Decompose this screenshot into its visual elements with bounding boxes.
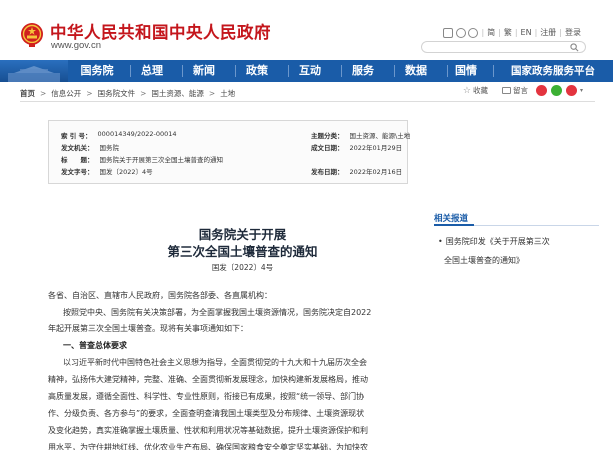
related-reports-title: 相关报道 — [434, 214, 469, 224]
nav-divider — [130, 65, 131, 77]
nav-interaction[interactable]: 互动 — [294, 60, 326, 82]
breadcrumb-land[interactable]: 土地 — [220, 88, 235, 99]
nav-policy[interactable]: 政策 — [241, 60, 273, 82]
nav-premier[interactable]: 总理 — [136, 60, 168, 82]
meta-topic: 主题分类： 国土资源、能源\土地 — [311, 132, 411, 140]
article-paragraph-2-line-2: 精神，弘扬伟大建党精神，完整、准确、全面贯彻新发展理念，加快构建新发展格局，推动 — [48, 375, 368, 384]
breadcrumb-state-council-docs[interactable]: 国务院文件 — [98, 88, 136, 99]
lang-traditional[interactable]: 繁 — [504, 27, 512, 38]
meta-issuer: 发文机关： 国务院 — [61, 144, 119, 152]
nav-divider — [447, 65, 448, 77]
article-paragraph-2-line-1: 以习近平新时代中国特色社会主义思想为指导，全面贯彻党的十九大和十九届历次全会 — [63, 358, 367, 367]
meta-index: 索 引 号： 000014349/2022-00014 — [61, 130, 177, 140]
breadcrumb-home[interactable]: 首页 — [20, 88, 35, 99]
nav-divider — [288, 65, 289, 77]
lang-simplified[interactable]: 简 — [487, 27, 495, 38]
tiananmen-icon — [8, 66, 60, 82]
site-header: 中华人民共和国中央人民政府 www.gov.cn | 简 | 繁 | EN | … — [0, 0, 613, 61]
mobile-icon[interactable] — [443, 27, 454, 38]
nav-divider — [341, 65, 342, 77]
meta-doc-number: 发文字号： 国发〔2022〕4号 — [61, 168, 153, 176]
article-paragraph-1-line-1: 按照党中央、国务院有关决策部署，为全面掌握我国土壤资源情况，国务院决定自2022 — [63, 308, 372, 317]
article-tools: ☆ 收藏 留言 ▾ — [455, 85, 583, 96]
search-box — [421, 41, 586, 61]
document-metadata: 索 引 号： 000014349/2022-00014 主题分类： 国土资源、能… — [48, 120, 411, 184]
nav-services[interactable]: 服务 — [347, 60, 379, 82]
weibo-icon[interactable] — [456, 27, 467, 38]
breadcrumb-info-disclosure[interactable]: 信息公开 — [51, 88, 81, 99]
favorite-label: 收藏 — [472, 86, 488, 95]
article-paragraph-2-line-3: 高质量发展，遵循全面性、科学性、专业性原则，衔接已有成果，按照“统一领导、部门协 — [48, 392, 365, 401]
search-icon[interactable] — [570, 43, 579, 52]
article-salutation: 各省、自治区、直辖市人民政府，国务院各部委、各直属机构： — [48, 291, 272, 300]
article-doc-number: 国发〔2022〕4号 — [211, 263, 274, 272]
wechat-icon[interactable] — [468, 27, 479, 38]
main-nav: 国务院 总理 新闻 政策 互动 服务 数据 国情 国家政务服务平台 — [0, 60, 613, 82]
nav-divider — [493, 65, 494, 77]
qzone-share-icon[interactable] — [565, 85, 577, 96]
nav-gov-service-platform[interactable]: 国家政务服务平台 — [500, 60, 606, 82]
bullet-icon: • — [438, 237, 443, 246]
top-links: | 简 | 繁 | EN | 注册 | 登录 — [443, 27, 581, 38]
nav-data[interactable]: 数据 — [400, 60, 432, 82]
nav-national-info[interactable]: 国情 — [452, 60, 480, 82]
weibo-share-icon[interactable] — [535, 85, 547, 96]
article-paragraph-2-line-5: 及变化趋势，真实准确掌握土壤质量、性状和利用状况等基础数据，提升土壤资源保护和利 — [48, 426, 368, 435]
nav-divider — [394, 65, 395, 77]
message-button[interactable]: 留言 — [501, 85, 528, 96]
meta-publish-date: 发布日期： 2022年02月16日 — [311, 168, 403, 176]
message-icon — [501, 87, 511, 94]
star-icon: ☆ — [462, 85, 471, 96]
breadcrumb-land-energy[interactable]: 国土资源、能源 — [151, 88, 204, 99]
message-label: 留言 — [512, 86, 528, 95]
wechat-share-icon[interactable] — [550, 85, 562, 96]
nav-state-council[interactable]: 国务院 — [75, 60, 119, 82]
content-divider — [20, 101, 595, 102]
tiananmen-banner — [0, 60, 68, 82]
article-paragraph-2-line-4: 作、分级负责、各方参与”的要求，全面查明查清我国土壤类型及分布规律、土壤资源现状 — [48, 409, 365, 418]
favorite-button[interactable]: ☆ 收藏 — [463, 85, 488, 96]
article-paragraph-2-line-6: 用水平，为守住耕地红线、优化农业生产布局、确保国家粮食安全奠定坚实基础，为加快农 — [48, 443, 368, 450]
meta-title: 标 题： 国务院关于开展第三次全国土壤普查的通知 — [61, 156, 223, 164]
register-link[interactable]: 注册 — [540, 27, 556, 38]
national-emblem-icon[interactable] — [20, 22, 44, 48]
nav-news[interactable]: 新闻 — [188, 60, 220, 82]
login-link[interactable]: 登录 — [565, 27, 581, 38]
section-heading: 一、普查总体要求 — [63, 341, 127, 350]
lang-english[interactable]: EN — [521, 28, 532, 37]
breadcrumb: 首页 > 信息公开 > 国务院文件 > 国土资源、能源 > 土地 — [20, 88, 236, 99]
meta-written-date: 成文日期： 2022年01月29日 — [311, 144, 403, 152]
article-paragraph-1-line-2: 年起开展第三次全国土壤普查。现将有关事项通知如下： — [48, 324, 248, 333]
site-url: www.gov.cn — [51, 40, 101, 51]
related-report-link[interactable]: • 国务院印发《关于开展第三次 全国土壤普查的通知》 — [438, 232, 593, 270]
article-title: 国务院关于开展 第三次全国土壤普查的通知 — [167, 227, 318, 259]
search-input[interactable] — [422, 50, 562, 61]
more-share-icon[interactable]: ▾ — [580, 87, 583, 94]
nav-divider — [182, 65, 183, 77]
nav-divider — [235, 65, 236, 77]
sidebar-divider-accent — [434, 224, 474, 226]
